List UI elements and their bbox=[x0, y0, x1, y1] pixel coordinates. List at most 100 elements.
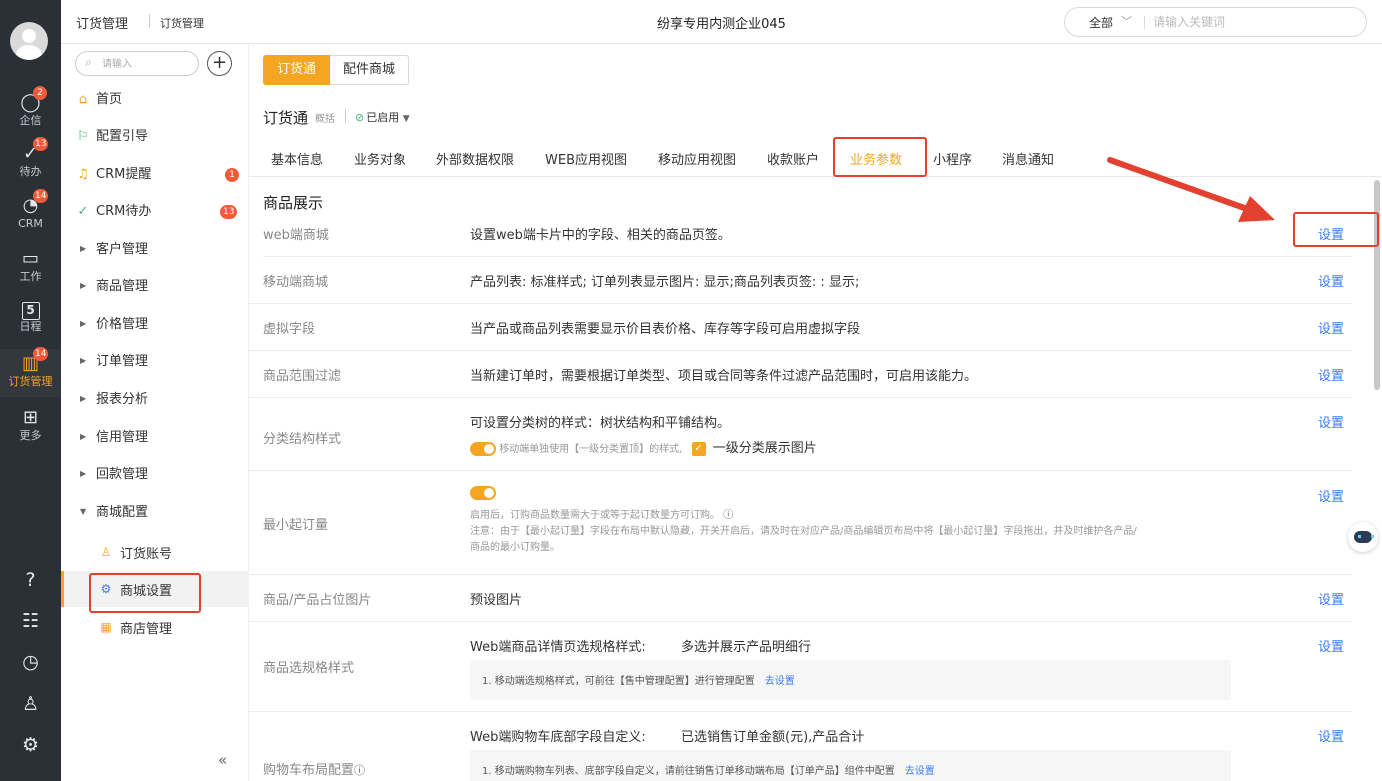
nav-item-crm-reminder[interactable]: ♫ CRM提醒 1 bbox=[61, 158, 249, 194]
store-icon: ▦ bbox=[100, 620, 112, 634]
row-desc: Web端购物车底部字段自定义: bbox=[470, 730, 646, 745]
row-range-filter: 商品范围过滤 当新建订单时，需要根据订单类型、项目或合同等条件过滤产品范围时，可… bbox=[249, 351, 1352, 398]
collapse-nav-button[interactable]: « bbox=[218, 751, 227, 769]
min-order-toggle[interactable] bbox=[470, 486, 496, 500]
row-label: 购物车布局配置ⓘ bbox=[263, 759, 365, 778]
nav-item-price[interactable]: ▶ 价格管理 bbox=[61, 308, 249, 344]
go-settings-link[interactable]: 去设置 bbox=[765, 676, 795, 687]
category-image-checkbox[interactable]: ✓ bbox=[691, 442, 706, 456]
row-spec-style: 商品选规格样式 Web端商品详情页选规格样式: 多选并展示产品明细行 1. 移动… bbox=[249, 622, 1352, 712]
todo-badge: 13 bbox=[220, 205, 238, 219]
row-desc: Web端商品详情页选规格样式: bbox=[470, 640, 646, 655]
rail-item-schedule[interactable]: 5 日程 bbox=[0, 298, 61, 342]
row-value: 多选并展示产品明细行 bbox=[681, 640, 812, 655]
caret-right-icon: ▶ bbox=[80, 356, 87, 365]
account-icon: ♙ bbox=[100, 545, 112, 559]
row-desc: 预设图片 bbox=[470, 593, 523, 608]
set-link-category-style[interactable]: 设置 bbox=[1318, 412, 1352, 431]
row-mobile-mall: 移动端商城 产品列表: 标准样式; 订单列表显示图片: 显示;商品列表页签: :… bbox=[249, 257, 1352, 304]
nav-item-config-guide[interactable]: ⚐ 配置引导 bbox=[61, 120, 249, 156]
category-options: 移动端单独使用【一级分类置顶】的样式, ✓ 一级分类展示图片 bbox=[470, 437, 817, 456]
set-link-range-filter[interactable]: 设置 bbox=[1318, 365, 1352, 384]
briefcase-icon: ▭ bbox=[21, 248, 39, 269]
note-text: 启用后，订购商品数量需大于或等于起订数量方可订购。 bbox=[470, 510, 720, 521]
set-link-spec-style[interactable]: 设置 bbox=[1318, 636, 1352, 655]
category-top-toggle[interactable] bbox=[470, 442, 496, 456]
caret-down-icon: ▼ bbox=[80, 507, 87, 516]
rail-badge: 2 bbox=[33, 86, 47, 100]
tab-bar: 基本信息 业务对象 外部数据权限 WEB应用视图 移动应用视图 收款账户 业务参… bbox=[249, 137, 1382, 177]
nav-item-mall-config[interactable]: ▼ 商城配置 bbox=[61, 496, 249, 532]
set-link-mobile-mall[interactable]: 设置 bbox=[1318, 271, 1352, 290]
nav-item-payment[interactable]: ▶ 回款管理 bbox=[61, 458, 249, 494]
row-desc: 当新建订单时，需要根据订单类型、项目或合同等条件过滤产品范围时，可启用该能力。 bbox=[470, 369, 978, 384]
title-divider bbox=[345, 109, 346, 123]
user-avatar[interactable] bbox=[10, 22, 48, 60]
nav-item-customer[interactable]: ▶ 客户管理 bbox=[61, 233, 249, 269]
help-icon[interactable]: ⓘ bbox=[723, 510, 733, 521]
note-line: 启用后，订购商品数量需大于或等于起订数量方可订购。 ⓘ bbox=[470, 508, 1230, 524]
grid-icon: ⊞ bbox=[22, 407, 39, 428]
row-web-mall: web端商城 设置web端卡片中的字段、相关的商品页签。 设置 bbox=[249, 220, 1352, 258]
rail-item-todo[interactable]: ✓ 待办 13 bbox=[0, 137, 61, 183]
settings-icon[interactable]: ⚙ bbox=[0, 730, 61, 760]
set-link-placeholder-image[interactable]: 设置 bbox=[1318, 589, 1352, 608]
set-link-virtual-field[interactable]: 设置 bbox=[1318, 318, 1352, 337]
tab-mini-program[interactable]: 小程序 bbox=[933, 149, 972, 168]
note-line: 注意：由于【最小起订量】字段在布局中默认隐藏，开关开启后，请及时在对应产品/商品… bbox=[470, 526, 1137, 537]
tab-business-objects[interactable]: 业务对象 bbox=[354, 149, 406, 168]
row-min-order: 最小起订量 启用后，订购商品数量需大于或等于起订数量方可订购。 ⓘ 注意：由于【… bbox=[249, 471, 1352, 575]
nav-sub-order-account[interactable]: ♙ 订货账号 bbox=[61, 534, 249, 570]
top-bar: 订货管理 订货管理 纷享专用内测企业045 全部 ﹀ bbox=[61, 0, 1382, 44]
seg-tab-dinghuotong[interactable]: 订货通 bbox=[263, 55, 331, 85]
app-switcher: 订货通 配件商城 bbox=[263, 55, 410, 85]
row-label: 商品范围过滤 bbox=[263, 369, 342, 384]
status-dropdown[interactable]: ⊘ 已启用 ▼ bbox=[355, 109, 410, 125]
set-link-cart-layout[interactable]: 设置 bbox=[1318, 726, 1352, 745]
nav-item-credit[interactable]: ▶ 信用管理 bbox=[61, 421, 249, 457]
nav-sub-store-mgmt[interactable]: ▦ 商店管理 bbox=[61, 609, 249, 645]
home-icon: ⌂ bbox=[78, 92, 88, 107]
search-scope-select[interactable]: 全部 bbox=[1089, 14, 1113, 31]
tab-external-permissions[interactable]: 外部数据权限 bbox=[436, 149, 514, 168]
nav-item-crm-todo[interactable]: ✓ CRM待办 13 bbox=[61, 195, 249, 231]
clock-icon[interactable]: ◷ bbox=[0, 647, 61, 677]
nav-item-report[interactable]: ▶ 报表分析 bbox=[61, 383, 249, 419]
page-subtitle[interactable]: 概括 bbox=[315, 110, 335, 125]
rail-item-order-mgmt[interactable]: ▥ 订货管理 14 bbox=[0, 347, 61, 397]
add-button[interactable]: + bbox=[207, 51, 232, 76]
row-label: 虚拟字段 bbox=[263, 322, 316, 337]
tab-basic-info[interactable]: 基本信息 bbox=[271, 149, 323, 168]
tab-payment-accounts[interactable]: 收款账户 bbox=[767, 149, 819, 168]
caret-down-icon: ▼ bbox=[402, 114, 410, 124]
global-search-input[interactable] bbox=[1153, 13, 1353, 31]
rail-badge: 13 bbox=[33, 137, 49, 151]
seg-tab-parts-mall[interactable]: 配件商城 bbox=[330, 55, 410, 85]
rail-item-qixin[interactable]: ◯ 企信 2 bbox=[0, 86, 61, 132]
rail-badge: 14 bbox=[33, 347, 49, 361]
tab-notifications[interactable]: 消息通知 bbox=[1002, 149, 1054, 168]
check-circle-icon: ✓ bbox=[77, 204, 89, 219]
help-icon[interactable]: ⓘ bbox=[354, 764, 365, 777]
nav-item-order[interactable]: ▶ 订单管理 bbox=[61, 345, 249, 381]
tab-mobile-views[interactable]: 移动应用视图 bbox=[658, 149, 736, 168]
search-divider bbox=[1144, 16, 1145, 29]
help-icon[interactable]: ? bbox=[0, 565, 61, 595]
chevron-down-icon[interactable]: ﹀ bbox=[1121, 13, 1132, 29]
rail-item-crm[interactable]: ◔ CRM 14 bbox=[0, 189, 61, 235]
status-label: 已启用 bbox=[366, 111, 400, 124]
nav-item-home[interactable]: ⌂ 首页 bbox=[61, 83, 249, 119]
tab-web-views[interactable]: WEB应用视图 bbox=[545, 149, 627, 168]
nav-search-input[interactable] bbox=[102, 57, 192, 71]
go-settings-link[interactable]: 去设置 bbox=[905, 766, 935, 777]
row-desc: 设置web端卡片中的字段、相关的商品页签。 bbox=[470, 228, 731, 243]
nav-item-product[interactable]: ▶ 商品管理 bbox=[61, 270, 249, 306]
assistant-bot-icon[interactable] bbox=[1348, 522, 1378, 552]
form-icon[interactable]: ☷ bbox=[0, 606, 61, 636]
rail-item-work[interactable]: ▭ 工作 bbox=[0, 244, 61, 288]
set-link-min-order[interactable]: 设置 bbox=[1318, 486, 1352, 505]
rail-item-more[interactable]: ⊞ 更多 bbox=[0, 403, 61, 447]
user-list-icon[interactable]: ♙ bbox=[0, 689, 61, 719]
row-placeholder-image: 商品/产品占位图片 预设图片 设置 bbox=[249, 575, 1352, 622]
breadcrumb-main[interactable]: 订货管理 bbox=[76, 13, 128, 32]
